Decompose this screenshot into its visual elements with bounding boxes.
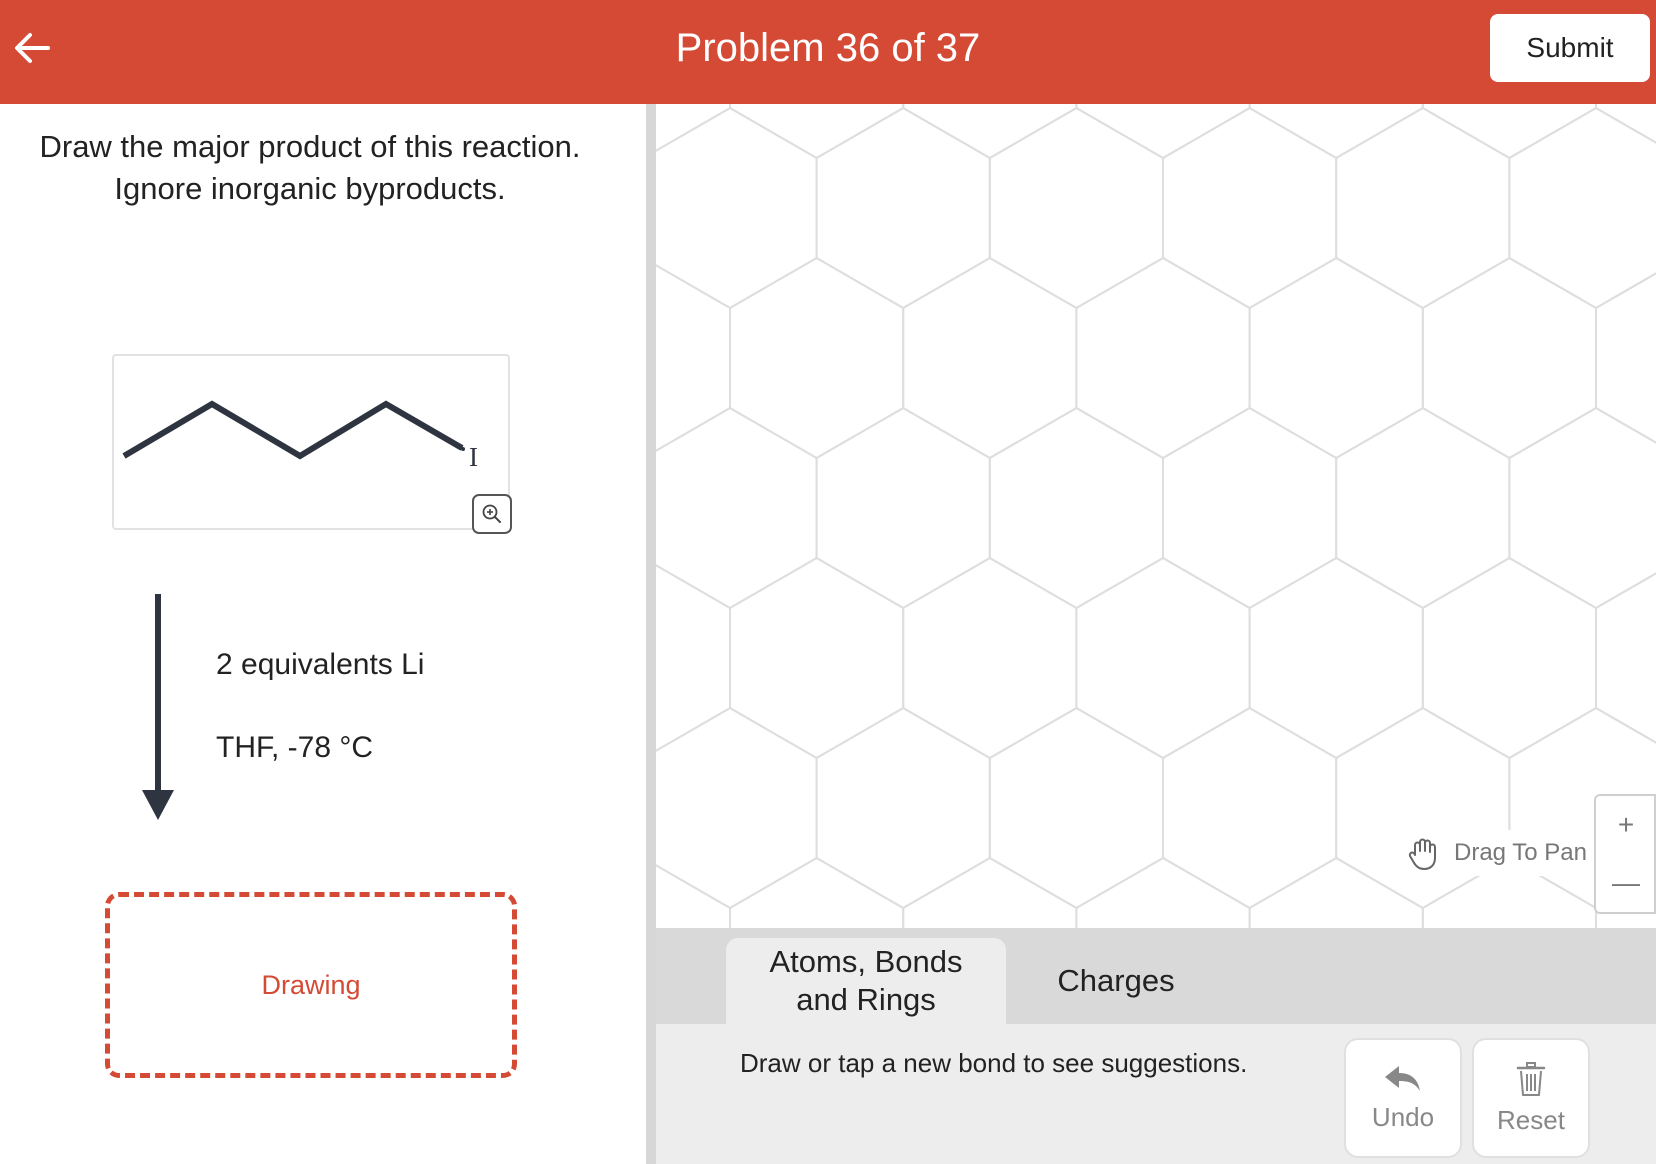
grid-hexagon xyxy=(815,106,991,310)
grid-hexagon xyxy=(729,556,905,760)
grid-hexagon xyxy=(1248,856,1424,928)
grid-hexagon xyxy=(1075,256,1251,460)
grid-hexagon xyxy=(1335,706,1511,910)
grid-hexagon xyxy=(815,406,991,610)
drawing-canvas[interactable] xyxy=(656,104,1656,928)
grid-hexagon xyxy=(988,406,1164,610)
tab-atoms-bonds-rings[interactable]: Atoms, Bonds and Rings xyxy=(726,938,1006,1024)
grid-hexagon xyxy=(1595,272,1656,444)
reactant-structure: I xyxy=(112,354,512,534)
grid-hexagon xyxy=(1421,256,1597,460)
canvas-zoom-out-button[interactable]: — xyxy=(1596,854,1656,912)
question-instructions: Draw the major product of this reaction.… xyxy=(39,129,581,206)
grid-hexagon xyxy=(729,256,905,460)
grid-hexagon xyxy=(1162,106,1338,310)
drag-to-pan-hint: Drag To Pan xyxy=(1402,830,1591,876)
tab-charges[interactable]: Charges xyxy=(1026,938,1206,1024)
reaction-arrow xyxy=(142,594,174,820)
grid-hexagon xyxy=(656,104,731,152)
grid-hexagon xyxy=(1075,104,1251,160)
iodine-atom-label: I xyxy=(469,442,478,472)
grid-hexagon xyxy=(1335,406,1511,610)
reagent-line-2: THF, -78 °C xyxy=(216,731,374,764)
grid-hexagon xyxy=(1248,104,1424,160)
grid-hexagon xyxy=(1248,256,1424,460)
answer-placeholder: Drawing xyxy=(261,969,361,1000)
grid-hexagon xyxy=(1421,556,1597,760)
grid-hexagon xyxy=(815,706,991,910)
toolbar-panel: Draw or tap a new bond to see suggestion… xyxy=(656,1024,1656,1164)
grid-hexagon xyxy=(656,706,818,910)
question-panel: Draw the major product of this reaction.… xyxy=(0,104,646,1164)
undo-button[interactable]: Undo xyxy=(1344,1038,1462,1158)
grid-hexagon xyxy=(902,256,1078,460)
reagent-line-1: 2 equivalents Li xyxy=(216,648,425,681)
grid-hexagon xyxy=(1248,556,1424,760)
grid-hexagon xyxy=(1335,106,1511,310)
grid-hexagon xyxy=(1508,106,1656,310)
reactant-zoom-button[interactable] xyxy=(472,494,512,534)
grid-hexagon xyxy=(1421,104,1597,160)
submit-button[interactable]: Submit xyxy=(1490,14,1650,82)
trash-icon xyxy=(1516,1061,1546,1096)
header-bar: Problem 36 of 37 Submit xyxy=(0,0,1656,104)
grid-hexagon xyxy=(656,106,818,310)
grid-hexagon xyxy=(1162,706,1338,910)
reset-label: Reset xyxy=(1497,1104,1565,1135)
hand-icon xyxy=(1408,838,1436,870)
answer-drawing-box[interactable]: Drawing xyxy=(105,892,517,1078)
grid-hexagon xyxy=(902,556,1078,760)
canvas-zoom-in-button[interactable]: + xyxy=(1596,796,1656,854)
undo-label: Undo xyxy=(1371,1101,1435,1132)
grid-hexagon xyxy=(729,856,905,928)
grid-hexagon xyxy=(656,264,731,452)
reset-button[interactable]: Reset xyxy=(1472,1038,1590,1158)
grid-hexagon xyxy=(656,564,731,752)
drag-to-pan-label: Drag To Pan xyxy=(1454,839,1587,866)
undo-icon xyxy=(1385,1065,1420,1091)
grid-hexagon xyxy=(988,106,1164,310)
reactant-skeletal-formula: I xyxy=(122,400,478,472)
grid-hexagon xyxy=(1508,406,1656,610)
grid-hexagon xyxy=(1162,406,1338,610)
grid-hexagon xyxy=(1595,572,1656,744)
grid-hexagon xyxy=(1075,856,1251,928)
canvas-zoom-controls: + — xyxy=(1594,794,1656,914)
grid-hexagon xyxy=(656,864,731,928)
hexagon-grid xyxy=(656,104,1656,928)
grid-hexagon xyxy=(902,856,1078,928)
zoom-in-icon xyxy=(482,504,501,523)
grid-hexagon xyxy=(1075,556,1251,760)
grid-hexagon xyxy=(902,104,1078,160)
grid-hexagon xyxy=(988,706,1164,910)
bond-suggestion-hint: Draw or tap a new bond to see suggestion… xyxy=(740,1048,1248,1078)
grid-hexagon xyxy=(656,406,818,610)
toolbar-tabs: Atoms, Bonds and Rings Charges xyxy=(656,928,1656,1024)
panel-divider[interactable] xyxy=(646,104,656,1164)
page-title: Problem 36 of 37 xyxy=(675,26,981,70)
grid-hexagon xyxy=(729,104,905,160)
